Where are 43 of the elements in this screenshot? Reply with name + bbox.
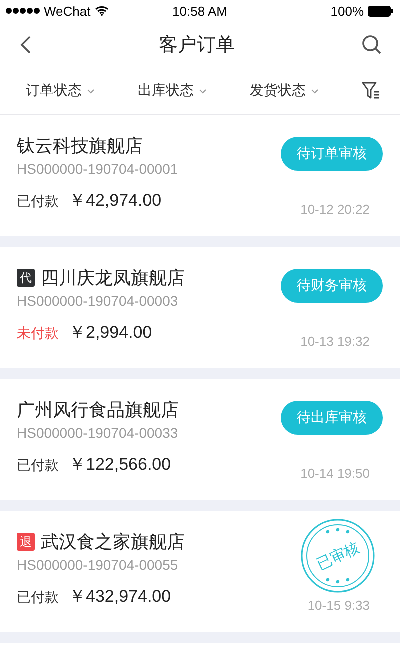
signal-icon xyxy=(6,8,40,14)
order-time: 10-12 20:22 xyxy=(300,202,370,217)
order-amount: ￥42,974.00 xyxy=(69,190,162,212)
search-icon[interactable] xyxy=(362,35,382,55)
order-number: HS000000-190704-00033 xyxy=(17,425,179,441)
payment-status: 已付款 xyxy=(17,457,59,475)
order-tag: 退 xyxy=(17,533,35,551)
payment-status: 已付款 xyxy=(17,193,59,211)
order-card[interactable]: 钛云科技旗舰店 HS000000-190704-00001 已付款 ￥42,974.00 待订单审核 10-12 20:22 xyxy=(0,115,400,236)
page-title: 客户订单 xyxy=(159,33,235,58)
shop-name: 四川庆龙凤旗舰店 xyxy=(41,267,185,290)
order-time: 10-13 19:32 xyxy=(300,334,370,349)
filter-icon[interactable] xyxy=(362,81,380,101)
payment-status: 未付款 xyxy=(17,325,59,343)
wifi-icon xyxy=(94,6,109,16)
filter-dropdown[interactable]: 订单状态 xyxy=(26,82,95,100)
caret-icon xyxy=(199,88,207,94)
order-card[interactable]: 广州风行食品旗舰店 HS000000-190704-00033 已付款 ￥122,566.00 待出库审核 10-14 19:50 xyxy=(0,379,400,500)
order-card[interactable]: 代 四川庆龙凤旗舰店 HS000000-190704-00003 未付款 ￥2,994.00 待财务审核 10-13 19:32 xyxy=(0,247,400,368)
order-number: HS000000-190704-00003 xyxy=(17,293,180,309)
shop-name: 钛云科技旗舰店 xyxy=(17,135,143,158)
order-number: HS000000-190704-00001 xyxy=(17,161,178,177)
order-amount: ￥122,566.00 xyxy=(69,454,172,476)
approved-stamp: 已审核 xyxy=(300,518,376,594)
caret-icon xyxy=(311,88,319,94)
battery-icon xyxy=(368,6,394,16)
filter-dropdown[interactable]: 发货状态 xyxy=(250,82,319,100)
caret-icon xyxy=(87,88,95,94)
order-time: 10-14 19:50 xyxy=(300,466,370,481)
order-card[interactable]: 退 武汉食之家旗舰店 HS000000-190704-00055 已付款 ￥432,974.00 已审核 10-15 9:33 xyxy=(0,511,400,632)
carrier-name: WeChat xyxy=(44,4,91,18)
payment-status: 已付款 xyxy=(17,589,59,607)
order-number: HS000000-190704-00055 xyxy=(17,557,180,573)
shop-name: 广州风行食品旗舰店 xyxy=(17,399,179,422)
battery-percent: 100% xyxy=(330,4,364,18)
order-amount: ￥432,974.00 xyxy=(69,586,172,608)
clock-time: 10:58 AM xyxy=(172,4,228,18)
shop-name: 武汉食之家旗舰店 xyxy=(41,531,185,554)
order-amount: ￥2,994.00 xyxy=(69,322,152,344)
order-tag: 代 xyxy=(17,269,35,287)
order-time: 10-15 9:33 xyxy=(308,598,370,613)
filter-dropdown[interactable]: 出库状态 xyxy=(138,82,207,100)
back-icon[interactable] xyxy=(20,35,32,55)
